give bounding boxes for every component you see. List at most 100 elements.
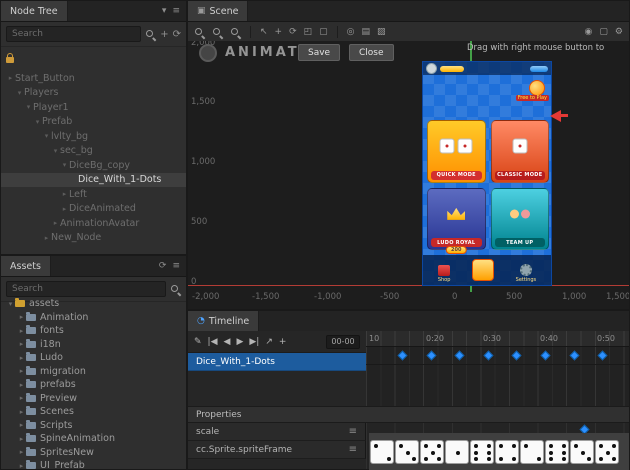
scene-settings-icon[interactable]: ⚙ [615,27,623,37]
gizmo-arrow-icon[interactable] [550,110,561,122]
play-icon[interactable]: ▶ [236,337,243,347]
asset-arrow-icon[interactable]: ▸ [17,367,26,375]
dice-frame[interactable] [595,440,619,464]
add-node-icon[interactable]: + [160,29,168,40]
assets-menu-icon[interactable]: ≡ [172,261,180,271]
collapse-all-icon[interactable]: ▾ [162,6,167,16]
tree-item[interactable]: ▸Left [1,187,186,202]
scene-canvas[interactable]: ANIMATE Save Close Drag with right mouse… [188,41,629,309]
asset-item[interactable]: ▸Ludo [1,351,186,365]
tree-arrow-icon[interactable]: ▾ [24,103,33,111]
tree-item[interactable]: ▸Start_Button [1,71,186,86]
keyframe-diamond[interactable] [398,351,408,361]
lock-icon[interactable] [6,57,14,63]
anchor-tool-icon[interactable]: ◎ [347,27,355,37]
tree-arrow-icon[interactable]: ▸ [6,74,15,82]
property-row[interactable]: scale≡ [188,423,366,441]
keyframe-diamond[interactable] [569,351,579,361]
asset-arrow-icon[interactable]: ▸ [17,408,26,416]
search-icon[interactable] [145,29,156,40]
keyframe-track[interactable] [366,347,629,365]
asset-item[interactable]: ▸migration [1,365,186,379]
zoom-out-icon[interactable] [194,27,205,38]
node-tree-search-input[interactable] [6,26,141,42]
camera-tool-icon[interactable]: ◉ [585,27,593,37]
asset-arrow-icon[interactable]: ▸ [17,354,26,362]
asset-item[interactable]: ▸Scripts [1,419,186,433]
tree-arrow-icon[interactable]: ▾ [60,161,69,169]
tree-item[interactable]: ▸New_Node [1,231,186,246]
tree-item[interactable]: ▾sec_bg [1,144,186,159]
asset-arrow-icon[interactable]: ▸ [17,421,26,429]
asset-arrow-icon[interactable]: ▸ [17,340,26,348]
dice-frame[interactable] [570,440,594,464]
asset-arrow-icon[interactable]: ▸ [17,462,26,469]
keyframe-diamond[interactable] [541,351,551,361]
save-button[interactable]: Save [298,44,340,61]
tree-item[interactable]: ▾Prefab [1,115,186,130]
asset-arrow-icon[interactable]: ▸ [17,327,26,335]
keyframe-diamond[interactable] [483,351,493,361]
asset-arrow-icon[interactable]: ▸ [17,448,26,456]
dice-frame[interactable] [545,440,569,464]
tab-node-tree[interactable]: Node Tree [1,1,68,21]
asset-item[interactable]: ▸SpineAnimation [1,432,186,446]
asset-item[interactable]: ▸prefabs [1,378,186,392]
asset-item[interactable]: ▸Animation [1,311,186,325]
keyframe-diamond[interactable] [598,351,608,361]
close-button[interactable]: Close [349,44,394,61]
dice-frame[interactable] [370,440,394,464]
panel-menu-icon[interactable]: ≡ [172,6,180,16]
tree-item[interactable]: ▸DiceAnimated [1,202,186,217]
tree-item[interactable]: ▾DiceBg_copy [1,158,186,173]
tree-arrow-icon[interactable]: ▸ [60,190,69,198]
dice-frame[interactable] [470,440,494,464]
keyframe-diamond[interactable] [455,351,465,361]
export-icon[interactable]: ↗ [265,337,273,347]
time-display[interactable]: 00-00 [326,335,360,349]
grid-tool-icon[interactable]: ▤ [362,27,371,37]
skip-start-icon[interactable]: |◀ [208,337,218,347]
dice-frame[interactable] [395,440,419,464]
dice-frame[interactable] [520,440,544,464]
asset-item[interactable]: ▸fonts [1,324,186,338]
asset-arrow-icon[interactable]: ▸ [17,435,26,443]
rotate-tool-icon[interactable]: ⟳ [289,27,297,37]
property-menu-icon[interactable]: ≡ [349,426,357,437]
rect-tool-icon[interactable]: ▢ [319,27,328,37]
record-circle-icon[interactable] [199,44,217,62]
tree-arrow-icon[interactable]: ▸ [42,234,51,242]
asset-arrow-icon[interactable]: ▾ [6,300,15,308]
game-preview[interactable]: Free to Play QUICK MODECLASSIC MODELUDO … [422,61,552,286]
step-back-icon[interactable]: ◀ [224,337,231,347]
refresh-icon[interactable]: ⟳ [173,29,181,40]
asset-item[interactable]: ▸SpritesNew [1,446,186,460]
asset-item[interactable]: ▸Scenes [1,405,186,419]
dice-frame[interactable] [445,440,469,464]
select-tool-icon[interactable]: ↖ [260,27,268,37]
dice-frame[interactable] [495,440,519,464]
tree-arrow-icon[interactable]: ▾ [33,118,42,126]
tree-arrow-icon[interactable]: ▾ [15,89,24,97]
tree-item[interactable]: ▾Players [1,86,186,101]
zoom-in-icon[interactable] [230,27,241,38]
move-tool-icon[interactable]: + [275,27,283,37]
mode-tile[interactable]: QUICK MODE [427,120,486,183]
asset-item[interactable]: ▸i18n [1,338,186,352]
asset-item[interactable]: ▾assets [1,297,186,311]
asset-arrow-icon[interactable]: ▸ [17,313,26,321]
tree-arrow-icon[interactable]: ▸ [51,219,60,227]
asset-item[interactable]: ▸UI_Prefab [1,459,186,469]
asset-arrow-icon[interactable]: ▸ [17,394,26,402]
tree-arrow-icon[interactable]: ▾ [42,132,51,140]
mode-tile[interactable]: CLASSIC MODE [491,120,550,183]
asset-item[interactable]: ▸Preview [1,392,186,406]
tab-timeline[interactable]: ◔ Timeline [188,311,259,331]
step-forward-icon[interactable]: ▶| [249,337,259,347]
add-key-icon[interactable]: + [279,337,287,347]
dice-frame[interactable] [420,440,444,464]
mode-tile[interactable]: TEAM UP [491,188,550,251]
track-label-row[interactable]: Dice_With_1-Dots [188,353,366,371]
gizmo-tool-icon[interactable]: ▢ [599,27,608,37]
property-menu-icon[interactable]: ≡ [349,444,357,455]
